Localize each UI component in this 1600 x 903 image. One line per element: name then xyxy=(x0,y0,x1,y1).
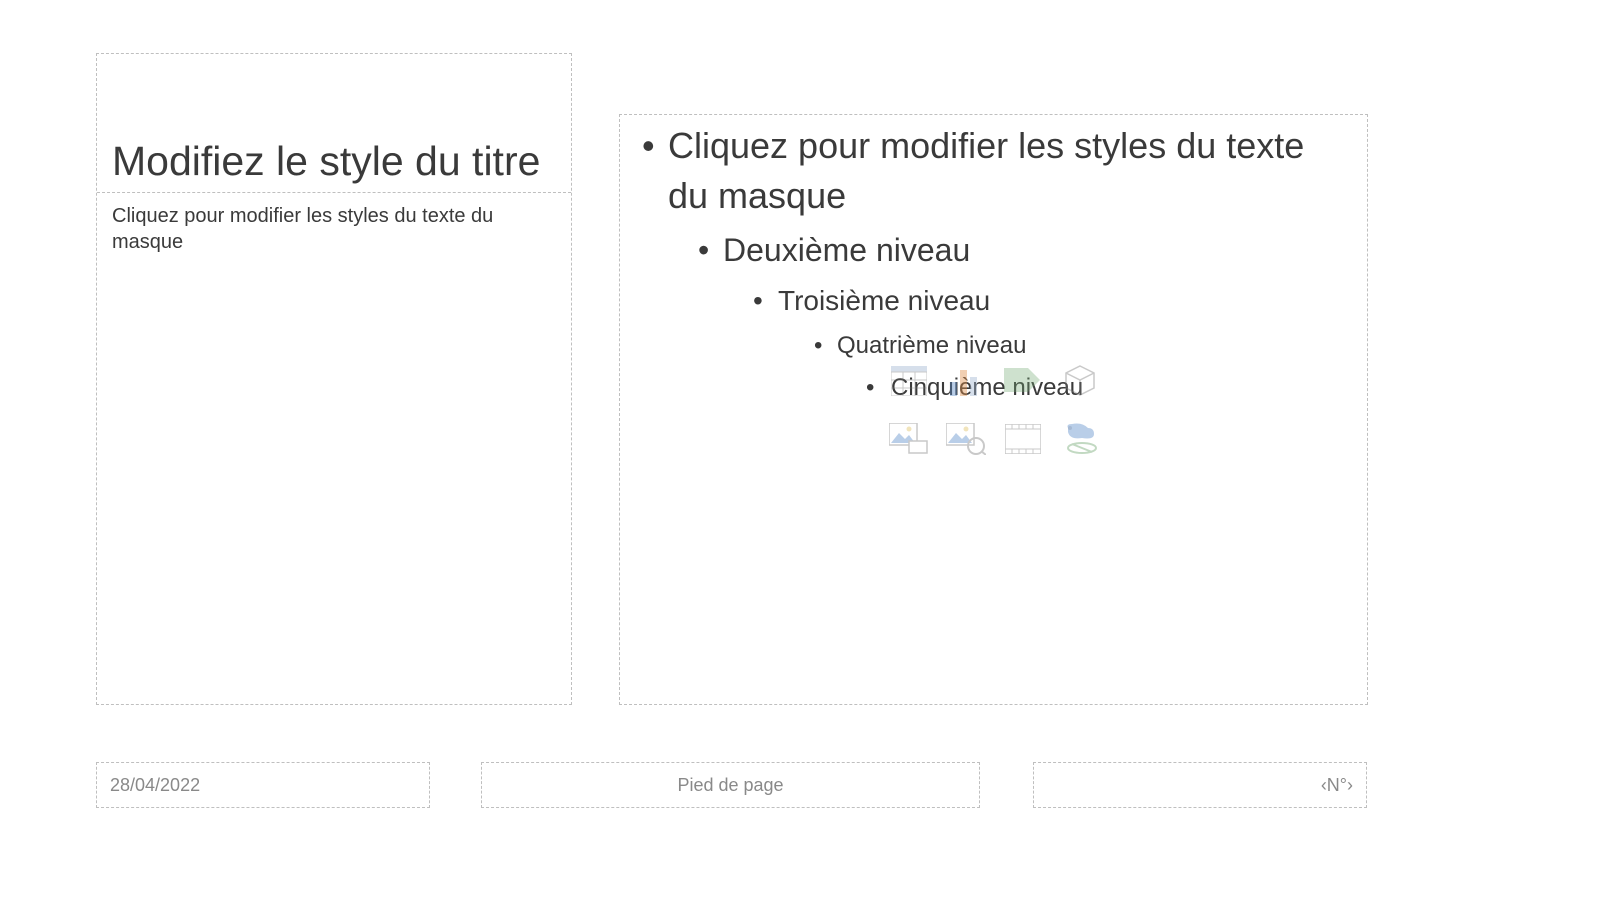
footer-date-text: 28/04/2022 xyxy=(110,775,200,796)
subtitle-area[interactable]: Cliquez pour modifier les styles du text… xyxy=(97,193,571,265)
footer-center-placeholder[interactable]: Pied de page xyxy=(481,762,980,808)
title-area[interactable]: Modifiez le style du titre xyxy=(97,54,571,193)
bullet-level-5: Cinquième niveau xyxy=(638,370,1349,406)
footer-page-text: ‹N°› xyxy=(1321,775,1353,796)
footer-center-text: Pied de page xyxy=(677,775,783,796)
title-text: Modifiez le style du titre xyxy=(112,136,556,187)
content-placeholder[interactable]: Cliquez pour modifier les styles du text… xyxy=(619,114,1368,705)
bullet-level-2: Deuxième niveau xyxy=(638,226,1349,274)
footer-page-placeholder[interactable]: ‹N°› xyxy=(1033,762,1367,808)
left-placeholder[interactable]: Modifiez le style du titre Cliquez pour … xyxy=(96,53,572,705)
bullet-level-3: Troisième niveau xyxy=(638,280,1349,322)
bullet-level-4: Quatrième niveau xyxy=(638,328,1349,364)
subtitle-text: Cliquez pour modifier les styles du text… xyxy=(112,203,556,255)
footer-date-placeholder[interactable]: 28/04/2022 xyxy=(96,762,430,808)
bullet-level-1: Cliquez pour modifier les styles du text… xyxy=(638,121,1349,222)
